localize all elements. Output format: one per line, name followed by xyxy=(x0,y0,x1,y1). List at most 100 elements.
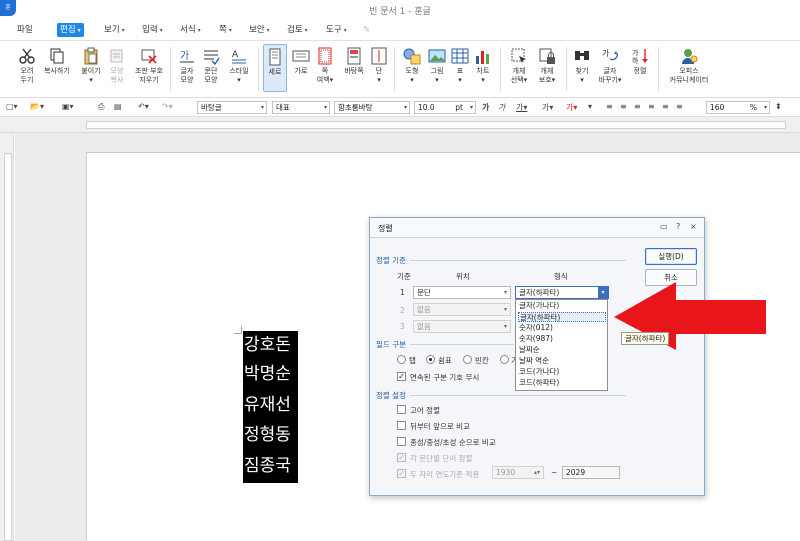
dialog-titlebar[interactable]: 정렬 ▭ ? × xyxy=(370,218,704,238)
format-toolbar: ▢▾ 📂▾ ▣▾ ⎙ ▤ ↶▾ ↷▾ 바탕글 ▾ 대표 ▾ 함초롬바탕 ▾ 10.0 p… xyxy=(0,98,800,117)
style-button[interactable]: A 스타일 ▾ xyxy=(226,47,252,85)
language-select[interactable]: 대표 ▾ xyxy=(272,101,330,114)
text-line[interactable]: 정형동 xyxy=(244,421,299,450)
align-left-icon[interactable]: ≡ xyxy=(620,102,627,111)
align-justify-icon[interactable]: ≡ xyxy=(606,102,613,111)
object-lock-button[interactable]: 개체 보호▾ xyxy=(534,47,560,85)
menu-tools[interactable]: 도구 ▾ xyxy=(323,23,350,37)
margin-button[interactable]: 쪽 여백▾ xyxy=(314,47,336,85)
align-split-icon[interactable]: ≡ xyxy=(676,102,683,111)
text-line[interactable]: 짐종국 xyxy=(244,452,299,481)
position-select-2[interactable]: 없음 ▾ xyxy=(413,303,511,316)
horizontal-ruler[interactable] xyxy=(0,117,800,133)
menu-security[interactable]: 보안 ▾ xyxy=(246,23,273,37)
dropdown-option[interactable]: 날짜순 xyxy=(518,345,606,355)
table-button[interactable]: 표 ▾ xyxy=(450,47,470,85)
font-color-icon[interactable]: 가▾ xyxy=(566,102,577,113)
year-from-field[interactable]: 1930 ▴▾ xyxy=(492,466,544,479)
word-sort-checkbox[interactable]: ✓ xyxy=(397,453,406,462)
settings-group-title: 정렬 설정 xyxy=(376,391,406,400)
find-button[interactable]: 찾기 ▾ xyxy=(572,47,592,85)
column-button[interactable]: 단 ▾ xyxy=(370,47,388,85)
radio-tab[interactable] xyxy=(397,355,406,364)
radio-comma[interactable] xyxy=(426,355,435,364)
group-divider xyxy=(410,395,626,396)
font-select[interactable]: 함초롬바탕 ▾ xyxy=(334,101,410,114)
position-select-1[interactable]: 문단 ▾ xyxy=(413,286,511,299)
radio-other[interactable] xyxy=(500,355,509,364)
object-select-button[interactable]: 개체 선택▾ xyxy=(506,47,532,85)
radio-space[interactable] xyxy=(463,355,472,364)
cut-button[interactable]: 오려 두기 xyxy=(16,47,38,85)
vertical-ruler[interactable] xyxy=(0,133,14,541)
open-icon[interactable]: 📂▾ xyxy=(30,102,44,111)
dropdown-option[interactable]: 글자(가나다) xyxy=(518,301,606,311)
year-to-field[interactable]: 2029 xyxy=(562,466,620,479)
zoom-select[interactable]: 160% ▾ xyxy=(706,101,770,114)
pin-icon[interactable]: ✎ xyxy=(360,23,373,37)
redo-icon[interactable]: ↷▾ xyxy=(162,102,173,111)
paste-button[interactable]: 붙이기 ▾ xyxy=(77,47,105,85)
table-icon xyxy=(451,48,469,64)
vertical-button[interactable]: 세로 xyxy=(263,44,287,92)
clear-codes-button[interactable]: 조판 부호 지우기 xyxy=(132,47,166,85)
bold-icon[interactable]: 가 xyxy=(482,102,489,113)
align-center-icon[interactable]: ≡ xyxy=(634,102,641,111)
reverse-compare-checkbox[interactable] xyxy=(397,421,406,430)
align-distribute-icon[interactable]: ≡ xyxy=(662,102,669,111)
underline-icon[interactable]: 가▾ xyxy=(516,102,527,113)
text-line[interactable]: 박명순 xyxy=(244,360,299,389)
dropdown-option[interactable]: 숫자(987) xyxy=(518,334,606,344)
para-shape-button[interactable]: 문단 모양 xyxy=(200,47,222,85)
menu-review[interactable]: 검토 ▾ xyxy=(284,23,311,37)
menu-file[interactable]: 파일 xyxy=(14,23,36,37)
menu-edit[interactable]: 편집 ▾ xyxy=(57,23,84,37)
preview-icon[interactable]: ▤ xyxy=(114,102,122,111)
horizontal-button[interactable]: 가로 xyxy=(290,47,312,76)
close-icon[interactable]: × xyxy=(690,222,697,231)
text-line[interactable]: 유재선 xyxy=(244,391,299,420)
criteria-group-title: 정렬 기준 xyxy=(376,256,406,265)
new-doc-icon[interactable]: ▢▾ xyxy=(6,102,18,111)
old-hangul-checkbox[interactable] xyxy=(397,405,406,414)
dropdown-option[interactable]: 날짜 역순 xyxy=(518,356,606,366)
italic-icon[interactable]: 가 xyxy=(498,102,505,113)
ignore-consecutive-checkbox[interactable]: ✓ xyxy=(397,372,406,381)
jong-jung-cho-checkbox[interactable] xyxy=(397,437,406,446)
copy-button[interactable]: 복사하기 xyxy=(40,47,74,76)
save-icon[interactable]: ▣▾ xyxy=(62,102,74,111)
highlight-icon[interactable]: ▾ xyxy=(588,102,592,111)
align-right-icon[interactable]: ≡ xyxy=(648,102,655,111)
dropdown-option[interactable]: 코드(하파타) xyxy=(518,378,606,388)
sort-button[interactable]: 가하 정렬 xyxy=(628,47,652,76)
dropdown-option-selected[interactable]: 글자(하파타) xyxy=(518,312,606,322)
help-icon[interactable]: ? xyxy=(676,222,680,231)
position-select-3[interactable]: 없음 ▾ xyxy=(413,320,511,333)
run-button[interactable]: 실행(D) xyxy=(645,248,697,265)
char-shape-button[interactable]: 가 글자 모양 xyxy=(176,47,198,85)
strike-icon[interactable]: 가▾ xyxy=(542,102,553,113)
style-select[interactable]: 바탕글 ▾ xyxy=(197,101,267,114)
undo-icon[interactable]: ↶▾ xyxy=(138,102,149,111)
replace-button[interactable]: 가 글자 바꾸기▾ xyxy=(596,47,624,85)
zoom-arrows-icon[interactable]: ⬍ xyxy=(775,102,782,111)
menu-format[interactable]: 서식 ▾ xyxy=(177,23,204,37)
picture-button[interactable]: 그림 ▾ xyxy=(426,47,448,85)
dialog-menu-icon[interactable]: ▭ xyxy=(660,222,668,231)
menu-insert[interactable]: 입력 ▾ xyxy=(139,23,166,37)
print-icon[interactable]: ⎙ xyxy=(98,102,104,112)
dropdown-option[interactable]: 코드(가나다) xyxy=(518,367,606,377)
two-digit-year-checkbox[interactable]: ✓ xyxy=(397,469,406,478)
menu-view[interactable]: 보기 ▾ xyxy=(101,23,128,37)
format-select-1[interactable]: 글자(하파타) ▾ xyxy=(515,286,609,299)
shape-button[interactable]: 도형 ▾ xyxy=(401,47,423,85)
office-communicator-button[interactable]: 오피스 커뮤니케이터 xyxy=(664,47,714,85)
format-copy-button[interactable]: 모양 복사 xyxy=(106,47,128,85)
menu-page[interactable]: 쪽 ▾ xyxy=(216,23,235,37)
chart-button[interactable]: 차트 ▾ xyxy=(472,47,494,85)
text-line[interactable]: 강호돈 xyxy=(244,331,299,360)
dropdown-option[interactable]: 숫자(012) xyxy=(518,323,606,333)
option-tooltip: 글자(하파타) xyxy=(621,332,670,345)
master-page-button[interactable]: 바탕쪽 xyxy=(340,47,368,76)
font-size-select[interactable]: 10.0 pt ▾ xyxy=(414,101,476,114)
